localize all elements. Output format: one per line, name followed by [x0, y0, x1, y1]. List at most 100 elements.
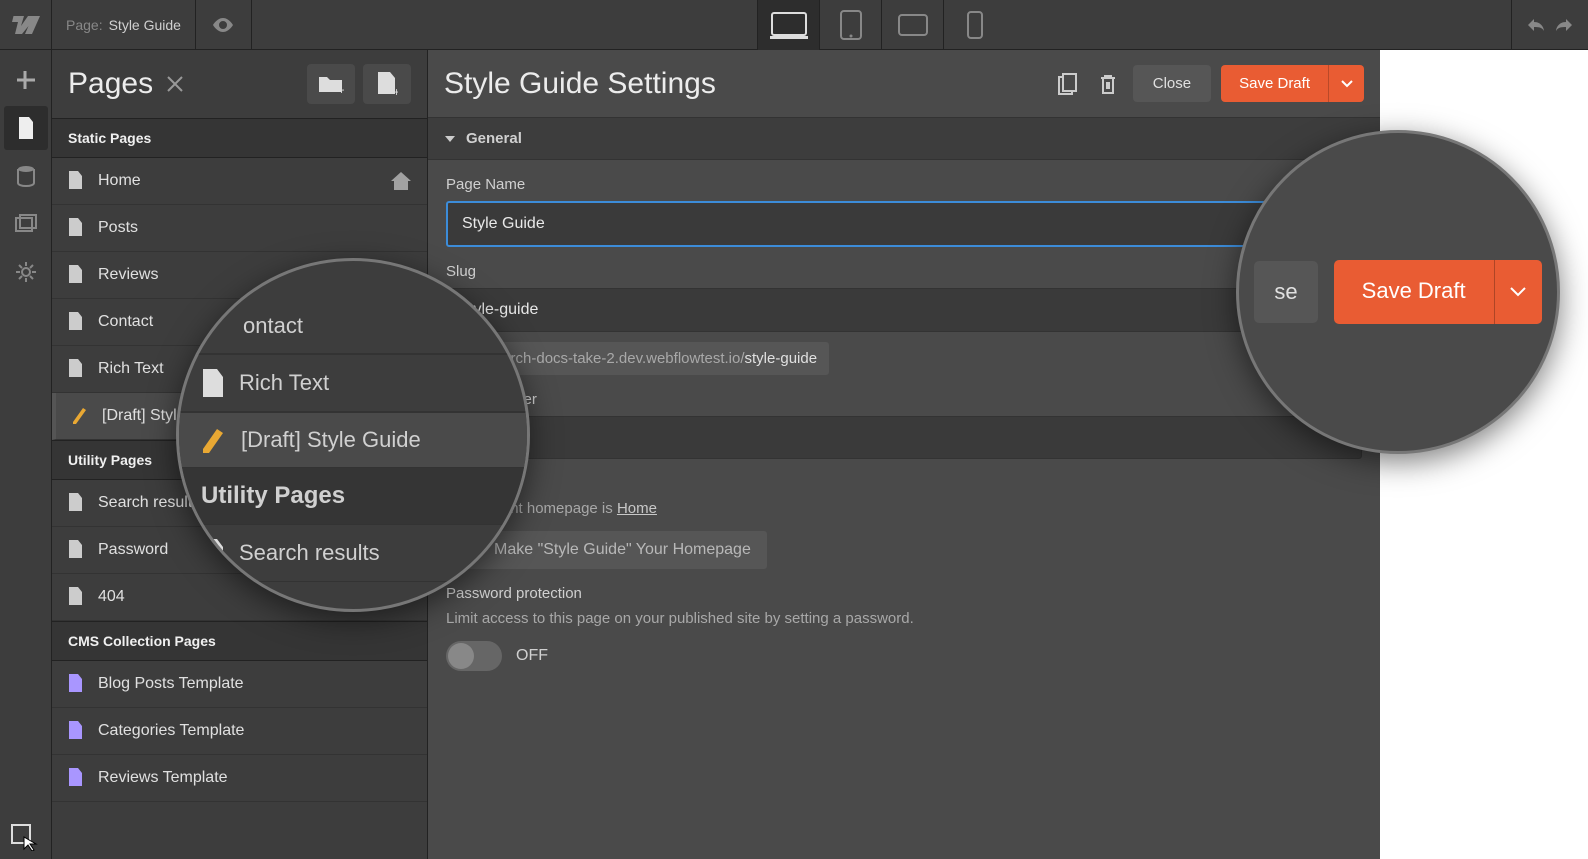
page-icon — [68, 218, 84, 238]
page-item-label: Home — [98, 172, 141, 190]
page-icon — [68, 312, 84, 332]
page-item-reviews[interactable]: Reviews — [52, 252, 427, 299]
cms-pages-header: CMS Collection Pages — [52, 621, 427, 661]
homepage-link[interactable]: Home — [617, 500, 657, 517]
top-toolbar: Page: Style Guide — [0, 0, 1588, 50]
page-item-home[interactable]: Home — [52, 158, 427, 205]
general-section-header[interactable]: General — [428, 118, 1380, 160]
parent-folder-label: Parent Folder — [446, 391, 1362, 408]
page-label: Page: — [66, 17, 103, 33]
page-item-label: Reviews — [98, 266, 158, 284]
close-button[interactable]: Close — [1133, 65, 1211, 102]
canvas — [1380, 50, 1588, 859]
page-item-label: 404 — [98, 588, 125, 606]
webflow-logo-icon — [12, 16, 40, 34]
mobile-view-button[interactable] — [943, 0, 1005, 50]
page-icon — [68, 359, 84, 379]
page-item-contact[interactable]: Contact — [52, 299, 427, 346]
left-nav-rail — [0, 50, 52, 859]
desktop-icon — [770, 11, 808, 39]
caret-down-icon — [444, 134, 456, 144]
home-icon — [462, 541, 482, 559]
page-item-categories-template[interactable]: Categories Template — [52, 708, 427, 755]
tablet-view-button[interactable] — [819, 0, 881, 50]
pages-nav-button[interactable] — [4, 106, 48, 150]
page-item-label: Contact — [98, 313, 153, 331]
page-item-label: Categories Template — [98, 722, 244, 740]
page-settings-panel: Style Guide Settings Close Save Draft Ge… — [428, 50, 1380, 859]
page-item-draft-style-guide[interactable]: [Draft] Style Guide — [52, 393, 427, 440]
page-item-label: Search results — [98, 494, 200, 512]
new-page-button[interactable]: + — [363, 64, 411, 104]
page-item-label: [Draft] Style Guide — [102, 407, 233, 425]
assets-nav-button[interactable] — [4, 202, 48, 246]
trash-icon — [1099, 74, 1117, 94]
page-item-404[interactable]: 404 — [52, 574, 427, 621]
redo-icon — [1554, 17, 1576, 33]
page-item-password[interactable]: Password — [52, 527, 427, 574]
make-homepage-button[interactable]: Make "Style Guide" Your Homepage — [446, 531, 767, 569]
tablet-landscape-view-button[interactable] — [881, 0, 943, 50]
chevron-down-icon — [1341, 80, 1353, 88]
page-item-label: Posts — [98, 219, 138, 237]
page-icon — [68, 171, 84, 191]
password-subtext: Limit access to this page on your publis… — [446, 610, 1362, 627]
save-draft-button[interactable]: Save Draft — [1221, 65, 1328, 102]
logo[interactable] — [0, 0, 52, 50]
add-element-button[interactable] — [4, 58, 48, 102]
page-item-richtext[interactable]: Rich Text — [52, 346, 427, 393]
duplicate-button[interactable] — [1053, 69, 1083, 99]
homepage-label: Homepage — [446, 475, 1362, 492]
cms-nav-button[interactable] — [4, 154, 48, 198]
page-item-label: Blog Posts Template — [98, 675, 244, 693]
page-icon — [68, 265, 84, 285]
page-icon — [68, 587, 84, 607]
tablet-icon — [840, 10, 862, 40]
preview-toggle[interactable] — [196, 0, 252, 50]
save-draft-dropdown[interactable] — [1328, 65, 1364, 102]
slug-label: Slug — [446, 263, 1362, 280]
delete-button[interactable] — [1093, 69, 1123, 99]
pages-panel: Pages + + Static Pages Home Posts Review… — [52, 50, 428, 859]
desktop-view-button[interactable] — [757, 0, 819, 50]
page-indicator[interactable]: Page: Style Guide — [52, 0, 196, 50]
homepage-subtext: The current homepage is Home — [446, 500, 1362, 517]
cms-page-icon — [68, 768, 84, 788]
new-folder-button[interactable]: + — [307, 64, 355, 104]
undo-icon — [1524, 17, 1546, 33]
close-icon — [167, 76, 183, 92]
undo-button[interactable] — [1524, 17, 1546, 33]
eye-icon — [212, 18, 234, 32]
page-item-reviews-template[interactable]: Reviews Template — [52, 755, 427, 802]
pages-panel-title: Pages — [68, 67, 183, 101]
close-panel-button[interactable] — [167, 76, 183, 92]
settings-nav-button[interactable] — [4, 250, 48, 294]
parent-folder-select[interactable]: None — [446, 416, 1362, 459]
page-item-search-results[interactable]: Search results — [52, 480, 427, 527]
page-icon — [17, 117, 35, 139]
settings-panel-container: Style Guide Settings Close Save Draft Ge… — [428, 50, 1588, 859]
cms-page-icon — [68, 721, 84, 741]
tablet-landscape-icon — [898, 14, 928, 36]
gear-icon — [15, 261, 37, 283]
page-name-input[interactable] — [446, 201, 1362, 247]
password-toggle[interactable] — [446, 641, 502, 671]
chevron-down-icon — [1335, 434, 1347, 442]
page-item-label: Password — [98, 541, 168, 559]
page-item-blog-template[interactable]: Blog Posts Template — [52, 661, 427, 708]
slug-input[interactable] — [446, 288, 1362, 332]
svg-text:+: + — [338, 83, 344, 94]
page-item-label: Rich Text — [98, 360, 164, 378]
database-icon — [16, 165, 36, 187]
copy-icon — [1058, 73, 1078, 95]
page-icon — [68, 540, 84, 560]
page-add-icon: + — [376, 72, 398, 96]
page-item-label: Reviews Template — [98, 769, 228, 787]
redo-button[interactable] — [1554, 17, 1576, 33]
page-item-posts[interactable]: Posts — [52, 205, 427, 252]
folder-add-icon: + — [318, 74, 344, 94]
static-pages-header: Static Pages — [52, 118, 427, 158]
viewport-switcher — [757, 0, 1005, 50]
slug-preview: site-search-docs-take-2.dev.webflowtest.… — [446, 342, 829, 375]
mobile-icon — [967, 11, 983, 39]
